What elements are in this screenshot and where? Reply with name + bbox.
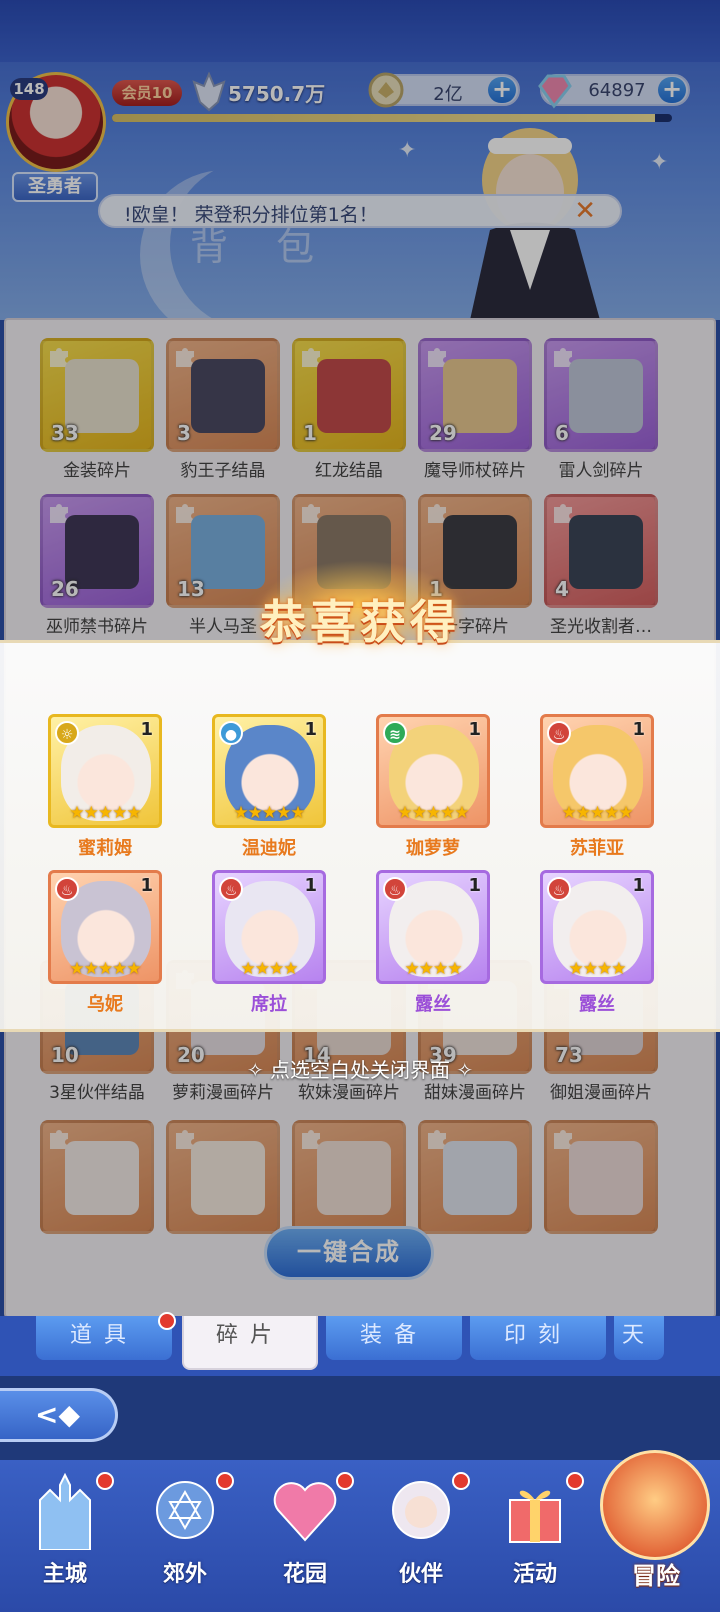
fire-icon: ♨: [383, 877, 407, 901]
fire-icon: ♨: [55, 877, 79, 901]
nav-item-adventure[interactable]: 冒险: [596, 1440, 716, 1600]
hero-stars: ★★★★★: [233, 803, 305, 823]
fire-icon: ♨: [219, 877, 243, 901]
hero-stars: ★★★★: [568, 959, 627, 979]
hero-level: 1: [468, 719, 481, 740]
notification-dot: [452, 1472, 470, 1490]
nav-label: 伙伴: [398, 1562, 443, 1587]
hero-name: 苏菲亚: [570, 838, 624, 859]
sparkle-icon: ✧: [246, 1058, 270, 1082]
sparkle-icon: ✧: [450, 1058, 474, 1082]
heart-icon: [273, 1482, 337, 1542]
sun-icon: ☼: [55, 721, 79, 745]
back-button[interactable]: <◆: [0, 1388, 118, 1442]
tab-2[interactable]: 装备: [326, 1316, 462, 1360]
hero-stars: ★★★★★: [397, 803, 469, 823]
hero-portrait-frame: ● 1 ★★★★★: [212, 714, 326, 828]
reward-hero-card[interactable]: ♨ 1 ★★★★★ 苏菲亚: [540, 714, 654, 860]
fire-icon: ♨: [547, 721, 571, 745]
partner-icon: [392, 1481, 450, 1539]
nav-label: 冒险: [632, 1562, 680, 1590]
notification-dot: [96, 1472, 114, 1490]
hero-stars: ★★★★: [404, 959, 463, 979]
reward-hero-card[interactable]: ☼ 1 ★★★★★ 蜜莉姆: [48, 714, 162, 860]
hero-portrait-frame: ≋ 1 ★★★★★: [376, 714, 490, 828]
hero-stars: ★★★★★: [69, 959, 141, 979]
tab-4[interactable]: 天: [614, 1316, 664, 1360]
hero-name: 珈萝萝: [406, 838, 460, 859]
reward-title: 恭喜获得: [260, 595, 460, 649]
notification-dot: [158, 1312, 176, 1330]
reward-hero-card[interactable]: ♨ 1 ★★★★ 露丝: [540, 870, 654, 1016]
castle-icon: [39, 1472, 91, 1550]
nav-label: 花园: [282, 1562, 327, 1587]
reward-hero-card[interactable]: ● 1 ★★★★★ 温迪妮: [212, 714, 326, 860]
hero-level: 1: [632, 719, 645, 740]
hero-portrait-frame: ☼ 1 ★★★★★: [48, 714, 162, 828]
hero-portrait-frame: ♨ 1 ★★★★: [212, 870, 326, 984]
hero-level: 1: [140, 875, 153, 896]
hero-portrait-frame: ♨ 1 ★★★★★: [540, 714, 654, 828]
hero-level: 1: [632, 875, 645, 896]
hero-level: 1: [304, 875, 317, 896]
nav-label: 郊外: [162, 1562, 207, 1587]
nav-label: 活动: [512, 1562, 557, 1587]
notification-dot: [566, 1472, 584, 1490]
hero-portrait-frame: ♨ 1 ★★★★: [540, 870, 654, 984]
reward-hero-card[interactable]: ♨ 1 ★★★★ 席拉: [212, 870, 326, 1016]
notification-dot: [336, 1472, 354, 1490]
hero-stars: ★★★★: [240, 959, 299, 979]
tab-1[interactable]: 碎片: [182, 1316, 318, 1370]
nav-label: 主城: [42, 1562, 87, 1587]
hero-stars: ★★★★★: [69, 803, 141, 823]
water-icon: ●: [219, 721, 243, 745]
hero-name: 温迪妮: [242, 838, 296, 859]
hero-level: 1: [304, 719, 317, 740]
hero-stars: ★★★★★: [561, 803, 633, 823]
shrine-icon: [156, 1481, 214, 1539]
close-hint-text: 点选空白处关闭界面: [270, 1058, 450, 1082]
tab-0[interactable]: 道具: [36, 1316, 172, 1360]
hero-name: 乌妮: [87, 994, 123, 1015]
gift-icon: [509, 1490, 561, 1543]
fire-icon: ♨: [547, 877, 571, 901]
reward-hero-card[interactable]: ♨ 1 ★★★★★ 乌妮: [48, 870, 162, 1016]
tab-3[interactable]: 印刻: [470, 1316, 606, 1360]
hero-portrait-frame: ♨ 1 ★★★★★: [48, 870, 162, 984]
hero-level: 1: [468, 875, 481, 896]
reward-hero-card[interactable]: ♨ 1 ★★★★ 露丝: [376, 870, 490, 1016]
hero-level: 1: [140, 719, 153, 740]
hero-name: 露丝: [415, 994, 451, 1015]
hero-name: 席拉: [251, 994, 287, 1015]
reward-hero-card[interactable]: ≋ 1 ★★★★★ 珈萝萝: [376, 714, 490, 860]
hero-name: 露丝: [579, 994, 615, 1015]
wind-icon: ≋: [383, 721, 407, 745]
compass-icon: [600, 1450, 710, 1560]
notification-dot: [216, 1472, 234, 1490]
hero-name: 蜜莉姆: [78, 838, 132, 859]
hero-portrait-frame: ♨ 1 ★★★★: [376, 870, 490, 984]
close-hint: ✧ 点选空白处关闭界面 ✧: [0, 1054, 720, 1083]
